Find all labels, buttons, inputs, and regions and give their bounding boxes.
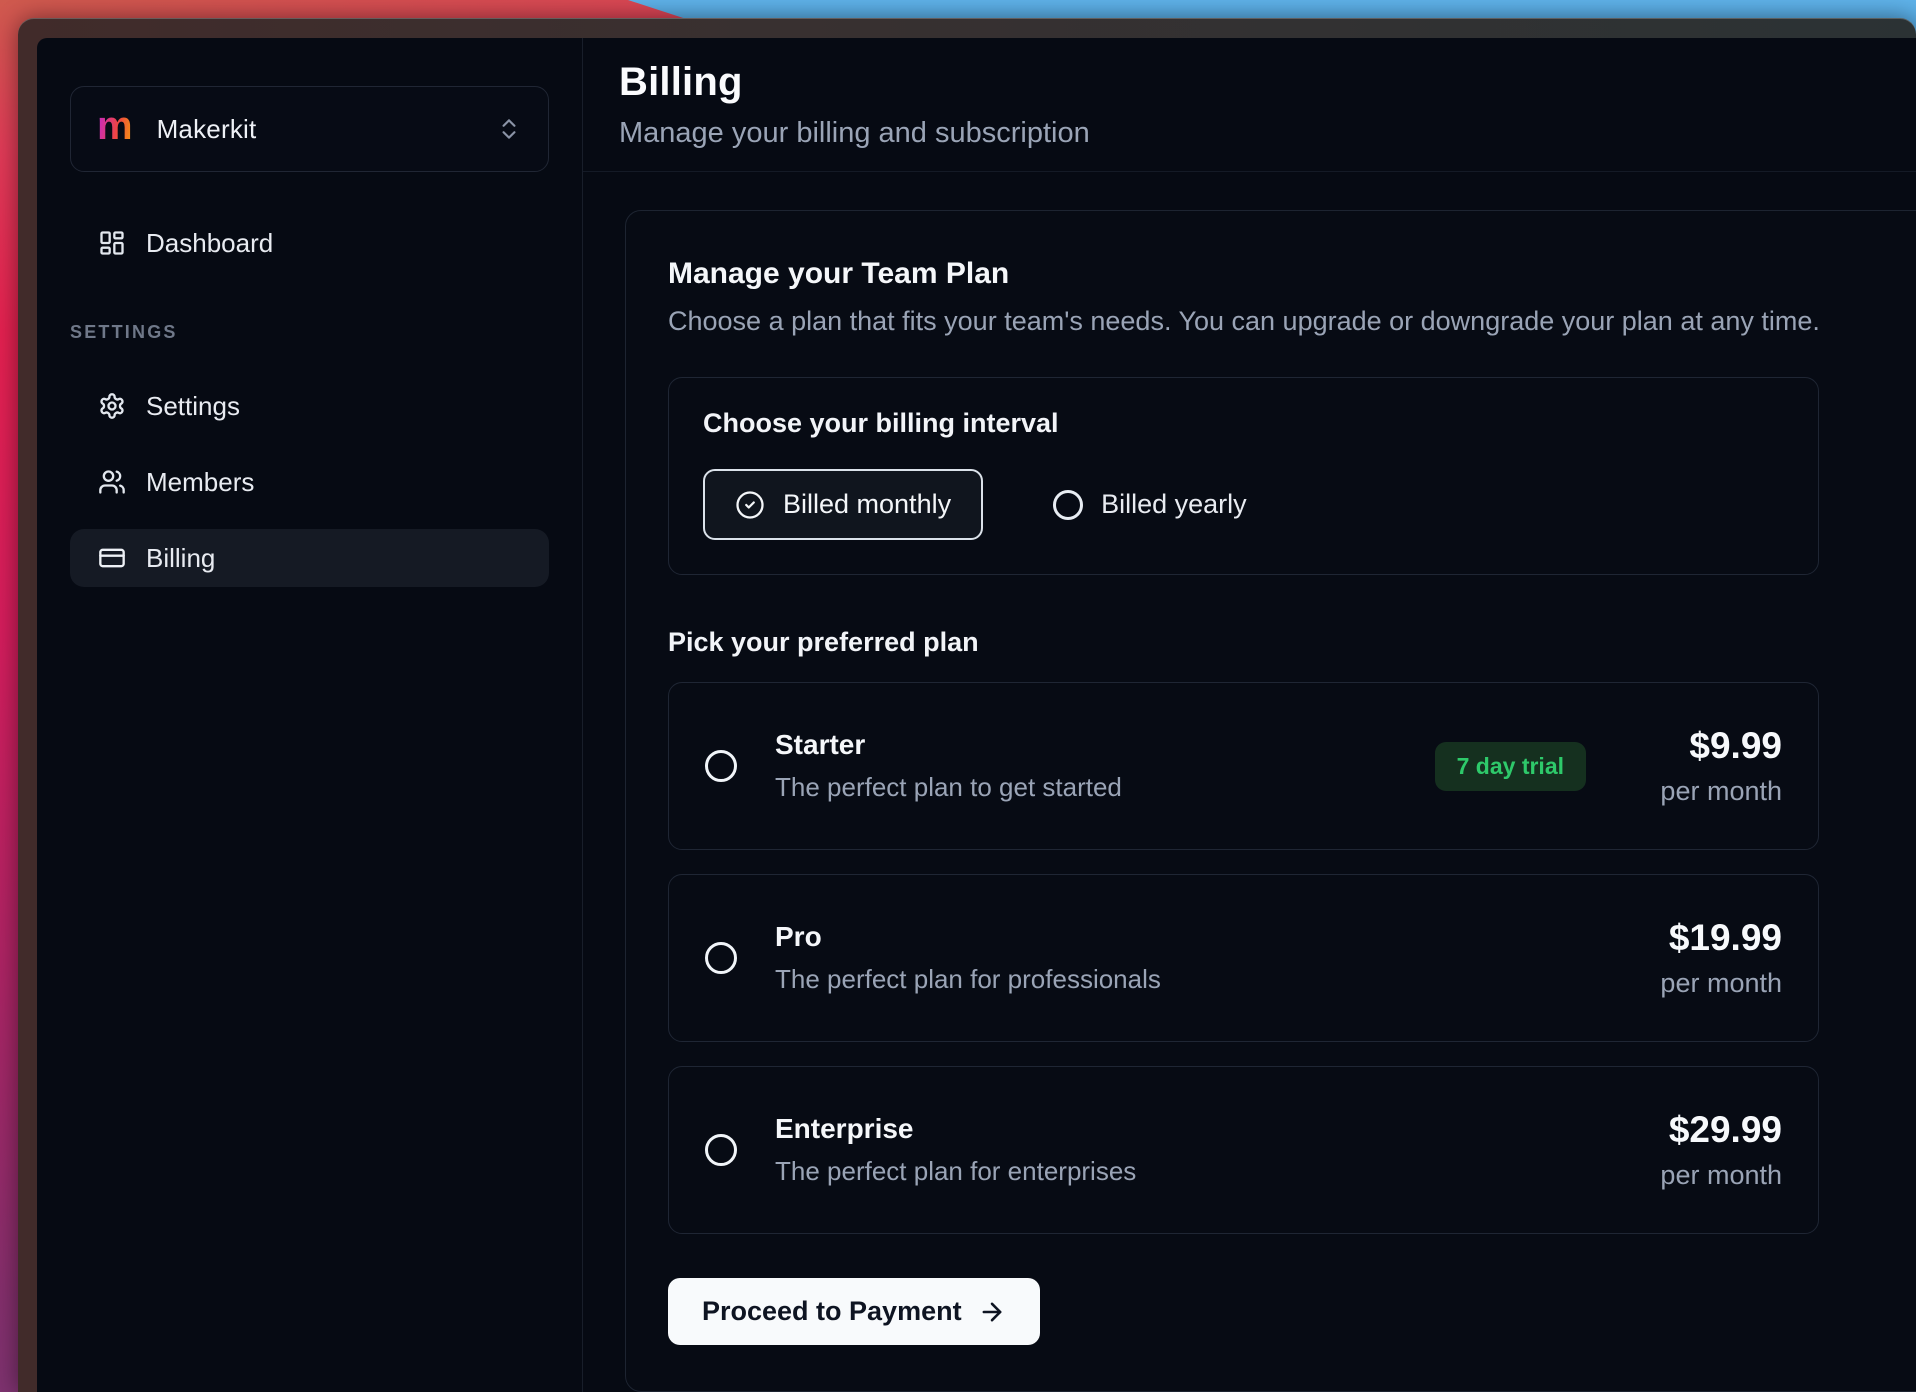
plan-radio-starter[interactable]: [705, 750, 737, 782]
billed-monthly-label: Billed monthly: [783, 489, 951, 520]
billing-interval-box: Choose your billing interval Billed mont…: [668, 377, 1819, 575]
chevrons-up-down-icon: [496, 116, 522, 142]
price-block: $9.99 per month: [1632, 725, 1782, 807]
team-plan-card: Manage your Team Plan Choose a plan that…: [625, 210, 1916, 1392]
plan-price: $19.99: [1669, 917, 1782, 959]
plan-name: Enterprise: [775, 1113, 1136, 1145]
page-header: Billing Manage your billing and subscrip…: [583, 38, 1916, 172]
sidebar-item-dashboard[interactable]: Dashboard: [70, 214, 549, 272]
card-title: Manage your Team Plan: [668, 257, 1902, 291]
plan-text: Enterprise The perfect plan for enterpri…: [775, 1113, 1136, 1187]
sidebar-item-billing[interactable]: Billing: [70, 529, 549, 587]
arrow-right-icon: [978, 1298, 1006, 1326]
sidebar-nav: Dashboard SETTINGS Settings: [70, 214, 549, 587]
plan-row-starter[interactable]: Starter The perfect plan to get started …: [668, 682, 1819, 850]
plan-description: The perfect plan for professionals: [775, 964, 1161, 995]
dashboard-grid-icon: [98, 229, 126, 257]
billed-yearly-label: Billed yearly: [1101, 489, 1247, 520]
makerkit-logo-icon: m: [97, 106, 133, 146]
plan-right: $19.99 per month: [1632, 917, 1782, 999]
proceed-to-payment-button[interactable]: Proceed to Payment: [668, 1278, 1040, 1345]
sidebar-section-settings-label: SETTINGS: [70, 322, 549, 343]
billed-yearly-option[interactable]: Billed yearly: [1053, 489, 1247, 520]
plan-text: Starter The perfect plan to get started: [775, 729, 1122, 803]
plan-price: $9.99: [1689, 725, 1782, 767]
plan-right: $29.99 per month: [1632, 1109, 1782, 1191]
gear-icon: [98, 392, 126, 420]
plan-description: The perfect plan to get started: [775, 772, 1122, 803]
price-block: $19.99 per month: [1632, 917, 1782, 999]
billing-interval-options: Billed monthly Billed yearly: [703, 469, 1784, 540]
trial-badge: 7 day trial: [1435, 742, 1586, 791]
plan-radio-pro[interactable]: [705, 942, 737, 974]
sidebar-item-label: Members: [146, 467, 254, 498]
app-content: m Makerkit: [37, 38, 1916, 1392]
proceed-to-payment-label: Proceed to Payment: [702, 1296, 962, 1327]
plan-right: 7 day trial $9.99 per month: [1435, 725, 1782, 807]
app-window: m Makerkit: [18, 18, 1916, 1392]
plan-period: per month: [1660, 776, 1782, 807]
plan-name: Starter: [775, 729, 1122, 761]
billing-interval-label: Choose your billing interval: [703, 408, 1784, 439]
plan-row-enterprise[interactable]: Enterprise The perfect plan for enterpri…: [668, 1066, 1819, 1234]
sidebar-item-label: Settings: [146, 391, 240, 422]
sidebar-item-label: Dashboard: [146, 228, 273, 259]
plan-text: Pro The perfect plan for professionals: [775, 921, 1161, 995]
plan-period: per month: [1660, 1160, 1782, 1191]
plan-radio-enterprise[interactable]: [705, 1134, 737, 1166]
plan-row-pro[interactable]: Pro The perfect plan for professionals $…: [668, 874, 1819, 1042]
credit-card-icon: [98, 544, 126, 572]
card-description: Choose a plan that fits your team's need…: [668, 306, 1902, 337]
plan-price: $29.99: [1669, 1109, 1782, 1151]
sidebar-item-members[interactable]: Members: [70, 453, 549, 511]
workspace-selector[interactable]: m Makerkit: [70, 86, 549, 172]
sidebar-item-settings[interactable]: Settings: [70, 377, 549, 435]
sidebar-item-label: Billing: [146, 543, 215, 574]
plan-period: per month: [1660, 968, 1782, 999]
page-title: Billing: [619, 60, 1916, 105]
plan-description: The perfect plan for enterprises: [775, 1156, 1136, 1187]
main-content: Billing Manage your billing and subscrip…: [583, 38, 1916, 1392]
plan-name: Pro: [775, 921, 1161, 953]
check-circle-icon: [735, 490, 765, 520]
page-subtitle: Manage your billing and subscription: [619, 117, 1916, 150]
users-icon: [98, 468, 126, 496]
billed-monthly-option[interactable]: Billed monthly: [703, 469, 983, 540]
radio-circle-icon: [1053, 490, 1083, 520]
plans-label: Pick your preferred plan: [668, 627, 1902, 658]
workspace-name: Makerkit: [157, 114, 257, 145]
sidebar: m Makerkit: [37, 38, 583, 1392]
price-block: $29.99 per month: [1632, 1109, 1782, 1191]
